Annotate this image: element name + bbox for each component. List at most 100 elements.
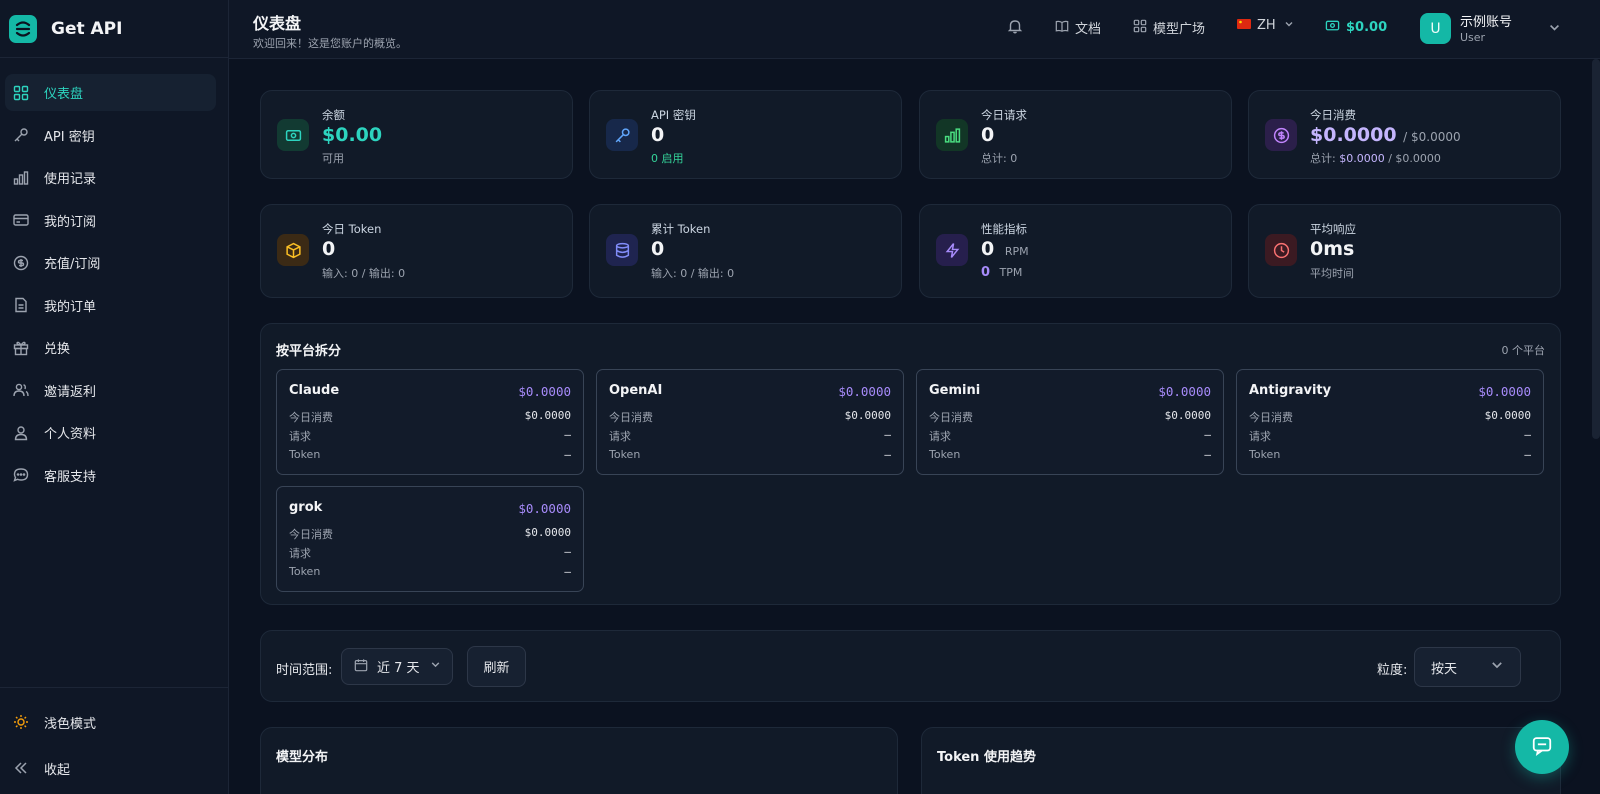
chevron-down-icon [1284,18,1294,33]
notifications-button[interactable] [1007,18,1029,38]
time-range-label: 时间范围: [276,663,333,678]
avatar[interactable]: U [1420,13,1451,44]
sidebar-item-dashboard[interactable]: 仪表盘 [5,74,216,111]
sidebar-item-label: 客服支持 [44,469,97,485]
sidebar-item-referral[interactable]: 邀请返利 [5,372,216,409]
tpm-value: 0 TPM [981,265,1023,280]
platform-cost: $0.0000 [1478,384,1531,399]
top-header: 仪表盘 欢迎回来！这是您账户的概览。 文档 模型广场 ZH $0.00 U 示例… [229,0,1600,59]
language-selector[interactable]: ZH [1237,18,1294,33]
model-distribution-panel: 模型分布 [260,727,898,794]
sidebar-item-subscriptions[interactable]: 我的订阅 [5,202,216,239]
chat-icon [12,466,30,484]
granularity-select[interactable]: 按天 [1414,647,1521,687]
bar-chart-icon [12,169,30,187]
lightning-icon [936,234,968,266]
rpm-value: 0 RPM [981,238,1029,260]
balance-button[interactable]: $0.00 [1325,18,1387,37]
balance-value: $0.00 [322,124,383,146]
stat-sub: 总计: 0 [981,152,1018,165]
granularity-value: 按天 [1431,661,1458,677]
brand[interactable]: Get API [0,0,228,58]
document-icon [12,296,30,314]
platform-cost: $0.0000 [838,384,891,399]
sidebar-footer: 浅色模式 收起 [0,687,229,794]
platform-card-gemini[interactable]: Gemini $0.0000 今日消费 $0.0000 请求 – Token – [916,369,1224,475]
brand-logo-icon [9,14,37,43]
user-name[interactable]: 示例账号 [1460,11,1512,30]
platform-cost: $0.0000 [1158,384,1211,399]
language-label: ZH [1257,18,1276,33]
clock-icon [1265,234,1297,266]
refresh-button[interactable]: 刷新 [467,646,526,687]
chevron-down-icon [1490,658,1504,676]
sidebar-item-label: API 密钥 [44,129,95,145]
platform-card-openai[interactable]: OpenAI $0.0000 今日消费 $0.0000 请求 – Token – [596,369,904,475]
platform-row: 今日消费 $0.0000 [289,409,571,424]
time-range-select[interactable]: 近 7 天 [341,648,453,685]
api-keys-card: API 密钥 0 0 启用 [589,90,902,179]
theme-toggle-button[interactable]: 浅色模式 [0,702,229,742]
platform-row: Token – [289,448,571,461]
sidebar: Get API 仪表盘 API 密钥 使用记录 我的订阅 充值/订阅 我的订单 [0,0,229,794]
book-icon [1055,19,1069,37]
sidebar-item-api-keys[interactable]: API 密钥 [5,117,216,154]
section-title: 按平台拆分 [276,344,342,359]
today-cost-limit: / $0.0000 [1403,130,1461,144]
stat-label: API 密钥 [651,108,696,122]
platform-row: Token – [289,565,571,578]
platform-name: OpenAI [609,383,663,398]
sidebar-item-label: 我的订阅 [44,214,97,230]
user-role: User [1460,31,1486,44]
platform-cost: $0.0000 [518,384,571,399]
platform-card-claude[interactable]: Claude $0.0000 今日消费 $0.0000 请求 – Token – [276,369,584,475]
today-token-value: 0 [322,238,336,260]
sidebar-item-recharge[interactable]: 充值/订阅 [5,244,216,281]
platform-row: 请求 – [289,545,571,560]
sidebar-item-redeem[interactable]: 兑换 [5,329,216,366]
stat-label: 性能指标 [981,222,1027,236]
calendar-icon [354,658,368,676]
stat-label: 今日请求 [981,108,1027,122]
stat-label: 今日消费 [1310,108,1356,122]
platform-card-antigravity[interactable]: Antigravity $0.0000 今日消费 $0.0000 请求 – Toke… [1236,369,1544,475]
bar-chart-icon [936,119,968,151]
database-icon [606,234,638,266]
platform-count: 0 个平台 [1501,344,1546,357]
cube-icon [277,234,309,266]
collapse-sidebar-button[interactable]: 收起 [0,748,229,788]
user-menu-chevron-icon[interactable] [1548,19,1561,38]
sidebar-item-label: 我的订单 [44,299,97,315]
platform-name: Antigravity [1249,383,1332,398]
sidebar-item-profile[interactable]: 个人资料 [5,414,216,451]
docs-label: 文档 [1075,22,1102,37]
granularity-label: 粒度: [1377,663,1408,678]
stat-label: 累计 Token [651,222,711,236]
chevron-down-icon [430,659,441,674]
platform-row: 今日消费 $0.0000 [289,526,571,541]
sidebar-nav: 仪表盘 API 密钥 使用记录 我的订阅 充值/订阅 我的订单 兑换 邀请返利 [0,58,228,494]
api-keys-value: 0 [651,124,665,146]
today-requests-card: 今日请求 0 总计: 0 [919,90,1232,179]
time-range-value: 近 7 天 [377,661,420,676]
today-requests-value: 0 [981,124,995,146]
sidebar-item-orders[interactable]: 我的订单 [5,287,216,324]
stat-sub: 输入: 0 / 输出: 0 [322,267,406,280]
model-market-link[interactable]: 模型广场 [1133,18,1205,37]
section-title: Token 使用趋势 [937,750,1036,765]
platform-row: 今日消费 $0.0000 [1249,409,1531,424]
sidebar-item-label: 个人资料 [44,427,97,442]
platform-card-grok[interactable]: grok $0.0000 今日消费 $0.0000 请求 – Token – [276,486,584,592]
sidebar-item-usage[interactable]: 使用记录 [5,159,216,196]
main-content: 余额 $0.00 可用 API 密钥 0 0 启用 今日请求 0 总计: 0 今… [229,59,1600,794]
total-token-card: 累计 Token 0 输入: 0 / 输出: 0 [589,204,902,298]
support-chat-button[interactable] [1515,720,1569,774]
today-token-card: 今日 Token 0 输入: 0 / 输出: 0 [260,204,573,298]
sidebar-item-support[interactable]: 客服支持 [5,457,216,494]
key-icon [12,126,30,144]
grid-icon [1133,19,1147,37]
users-icon [12,381,30,399]
key-icon [606,119,638,151]
docs-link[interactable]: 文档 [1055,18,1101,37]
model-market-label: 模型广场 [1153,22,1206,37]
